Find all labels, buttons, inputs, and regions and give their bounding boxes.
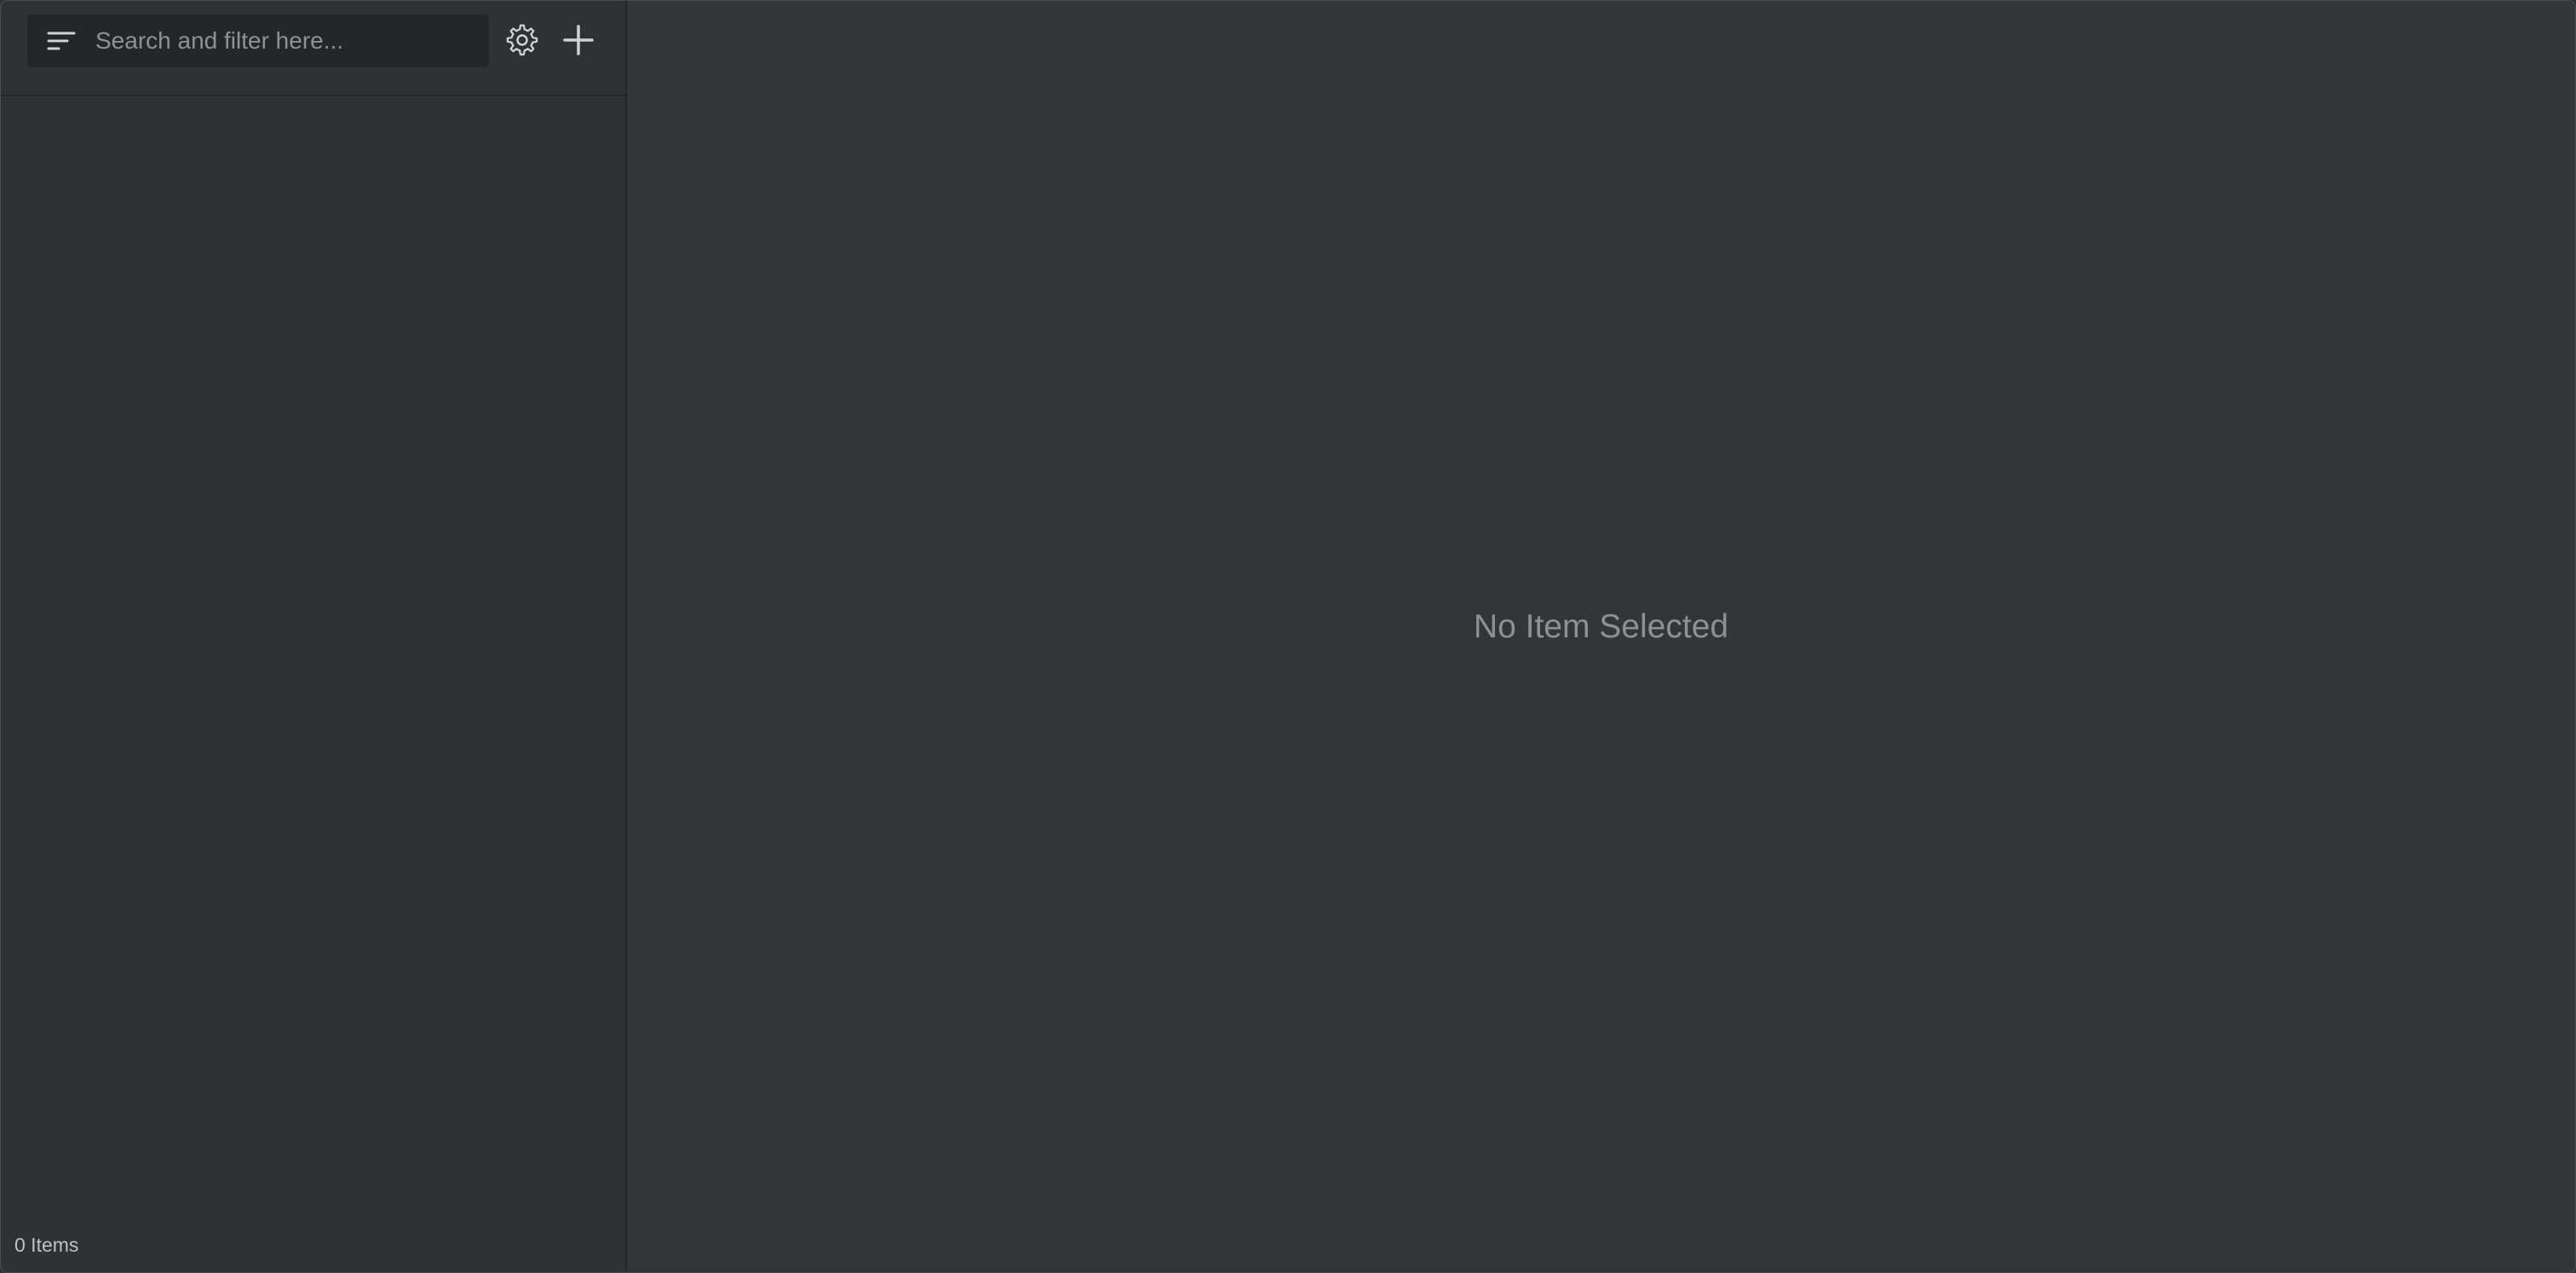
search-input[interactable] bbox=[95, 14, 479, 67]
sort-filter-icon[interactable] bbox=[46, 30, 77, 52]
plus-icon bbox=[563, 25, 594, 55]
item-list bbox=[1, 96, 625, 1221]
add-button[interactable] bbox=[561, 23, 595, 57]
search-box[interactable] bbox=[27, 14, 489, 67]
sidebar-header bbox=[1, 1, 625, 96]
item-count-label: 0 Items bbox=[14, 1234, 79, 1256]
empty-state-message: No Item Selected bbox=[1473, 608, 1729, 645]
sidebar: 0 Items bbox=[1, 1, 627, 1272]
detail-panel: No Item Selected bbox=[627, 1, 2575, 1272]
app-window: 0 Items No Item Selected bbox=[0, 0, 2576, 1273]
gear-icon[interactable] bbox=[505, 23, 539, 57]
